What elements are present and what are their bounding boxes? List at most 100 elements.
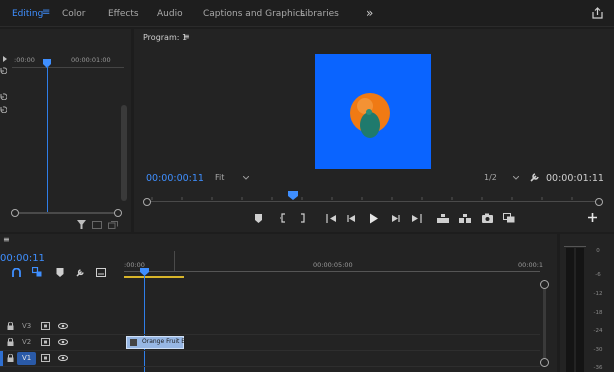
- timeline-playhead-line: [144, 275, 145, 372]
- tab-libraries[interactable]: Libraries: [300, 9, 339, 19]
- sync-lock-icon[interactable]: [41, 338, 50, 346]
- track-divider: [0, 366, 540, 367]
- program-zoom-handle-right[interactable]: [595, 198, 603, 206]
- meter-channel-right: [576, 248, 584, 372]
- program-monitor: Program: 1 ≡ 00:00:00:11 Fit 1/2 00:00:0…: [134, 29, 614, 232]
- source-panel: :00:00 00:00:01:00: [0, 29, 131, 232]
- tab-editing[interactable]: Editing: [12, 9, 43, 19]
- program-mini-ruler[interactable]: [148, 191, 598, 201]
- eye-icon[interactable]: [58, 355, 68, 361]
- eye-icon[interactable]: [58, 323, 68, 329]
- go-to-out-icon[interactable]: [411, 214, 422, 223]
- meter-label-6: -6: [595, 272, 601, 278]
- snap-magnet-icon[interactable]: [12, 268, 21, 277]
- track-header-v1: V1: [0, 351, 124, 366]
- eye-icon[interactable]: [58, 339, 68, 345]
- mark-out-icon[interactable]: [300, 213, 306, 223]
- wrench-settings-icon[interactable]: [530, 172, 540, 182]
- meter-top-line: [564, 246, 586, 247]
- lock-icon[interactable]: [7, 338, 14, 346]
- comparison-view-icon[interactable]: [503, 213, 515, 223]
- editing-menu-icon[interactable]: ≡: [42, 7, 50, 18]
- chevron-down-icon: [513, 176, 519, 180]
- program-playhead-marker: [288, 191, 298, 200]
- import-icon[interactable]: [92, 221, 102, 229]
- meter-label-0: 0: [596, 248, 600, 254]
- sync-lock-icon[interactable]: [41, 354, 50, 362]
- undo-icon-1[interactable]: [0, 67, 7, 74]
- add-marker-icon[interactable]: [56, 268, 64, 277]
- program-panel-menu-icon[interactable]: ≡: [183, 32, 190, 41]
- source-scroll-handle-left[interactable]: [11, 209, 19, 217]
- clip-label: Orange Fruit B: [142, 338, 186, 345]
- track-divider: [0, 350, 540, 351]
- extract-icon[interactable]: [459, 214, 471, 223]
- lock-icon[interactable]: [7, 322, 14, 330]
- source-horizontal-scrollbar[interactable]: [14, 212, 118, 214]
- lock-icon[interactable]: [7, 354, 14, 362]
- program-zoom-handle-left[interactable]: [143, 198, 151, 206]
- tab-color[interactable]: Color: [62, 9, 86, 19]
- tab-effects[interactable]: Effects: [108, 9, 139, 19]
- more-workspaces-icon[interactable]: »: [366, 6, 373, 20]
- timeline-panel: ≡ 00:00:11 :00:00 00:00:05:00 00:00:1 V3: [0, 234, 557, 372]
- resolution-dropdown-value: 1/2: [484, 173, 497, 182]
- timeline-scroll-handle-bottom[interactable]: [540, 358, 549, 367]
- sync-lock-icon[interactable]: [41, 322, 50, 330]
- lift-icon[interactable]: [437, 214, 449, 223]
- mark-in-icon[interactable]: [280, 213, 286, 223]
- play-button[interactable]: [369, 213, 379, 224]
- new-item-icon[interactable]: [108, 221, 118, 229]
- track-header-v3: V3: [0, 319, 124, 334]
- source-ruler-end: 00:00:01:00: [71, 56, 111, 64]
- meter-label-12: -12: [593, 291, 603, 297]
- timeline-panel-menu-icon[interactable]: ≡: [3, 235, 10, 244]
- captions-icon[interactable]: [96, 268, 106, 277]
- timeline-scroll-handle-top[interactable]: [540, 280, 549, 289]
- meter-label-18: -18: [593, 310, 603, 316]
- export-icon[interactable]: [592, 7, 603, 19]
- source-scroll-handle-right[interactable]: [114, 209, 122, 217]
- timeline-ruler-end: 00:00:1: [518, 261, 544, 269]
- timeline-playhead-timecode[interactable]: 00:00:11: [0, 253, 45, 264]
- undo-icon-3[interactable]: [0, 106, 7, 113]
- track-label-v2[interactable]: V2: [22, 338, 31, 346]
- wrench-settings-icon[interactable]: [76, 268, 85, 277]
- tab-audio[interactable]: Audio: [157, 9, 183, 19]
- add-button-icon[interactable]: [588, 213, 597, 222]
- linked-selection-icon[interactable]: [32, 267, 42, 277]
- resolution-dropdown[interactable]: 1/2: [480, 171, 524, 184]
- meter-label-24: -24: [593, 328, 603, 334]
- step-back-icon[interactable]: [347, 214, 356, 223]
- undo-icon-2[interactable]: [0, 93, 7, 100]
- source-vertical-scrollbar[interactable]: [121, 105, 127, 201]
- meter-label-30: -30: [593, 347, 603, 353]
- clip-fx-icon: [130, 339, 137, 346]
- tab-captions-and-graphics[interactable]: Captions and Graphics: [203, 9, 305, 19]
- track-header-v2: V2: [0, 335, 124, 350]
- program-playhead-timecode[interactable]: 00:00:00:11: [146, 173, 204, 184]
- fit-dropdown[interactable]: Fit: [210, 171, 254, 184]
- track-label-v3[interactable]: V3: [22, 322, 31, 330]
- source-ruler-start: :00:00: [14, 56, 35, 64]
- timeline-clip[interactable]: Orange Fruit B: [126, 336, 186, 349]
- source-ruler-line: [12, 67, 124, 68]
- timeline-ruler-tick: [174, 251, 175, 271]
- source-patch-indicator[interactable]: [0, 351, 3, 366]
- program-video-frame: [315, 54, 431, 169]
- export-frame-camera-icon[interactable]: [482, 213, 493, 223]
- play-indicator-icon: [2, 56, 8, 62]
- audio-meter-panel: 0 -6 -12 -18 -24 -30 -36: [560, 234, 614, 372]
- track-label-v1: V1: [22, 354, 32, 362]
- workspace-bar: Editing ≡ Color Effects Audio Captions a…: [0, 0, 614, 27]
- step-forward-icon[interactable]: [391, 214, 400, 223]
- timeline-ruler-mid: 00:00:05:00: [313, 261, 353, 269]
- timeline-ruler-line: [124, 271, 540, 272]
- track-divider: [0, 334, 540, 335]
- work-area-bar[interactable]: [124, 276, 184, 278]
- timeline-vertical-scrollbar[interactable]: [543, 284, 546, 362]
- add-marker-icon[interactable]: [254, 214, 263, 223]
- program-duration: 00:00:01:11: [546, 173, 604, 184]
- filter-icon[interactable]: [77, 220, 86, 229]
- go-to-in-icon[interactable]: [326, 214, 337, 223]
